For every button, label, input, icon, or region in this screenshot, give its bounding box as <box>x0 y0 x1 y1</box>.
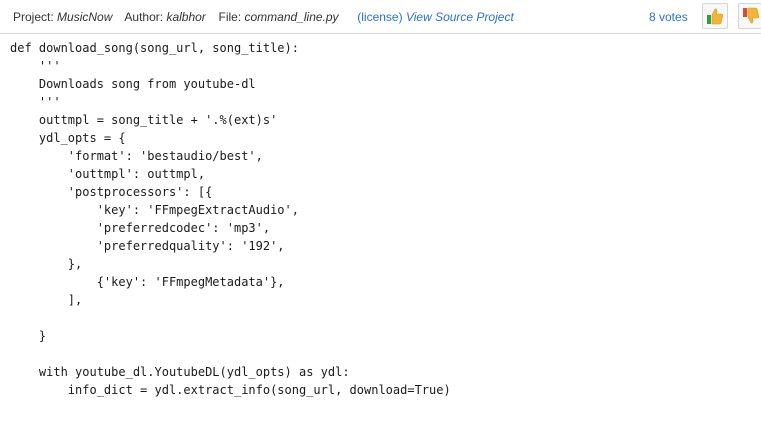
code-line: 'preferredcodec': 'mp3', <box>10 221 271 235</box>
thumbs-down-icon <box>743 7 760 24</box>
author-name: kalbhor <box>166 10 206 24</box>
project-label: Project: <box>13 10 54 24</box>
code-line: } <box>10 329 47 343</box>
code-line: 'preferredquality': '192', <box>10 239 285 253</box>
file-name: command_line.py <box>244 10 339 24</box>
vote-down-button[interactable] <box>738 3 761 29</box>
code-line: ], <box>10 293 83 307</box>
code-line: info_dict = ydl.extract_info(song_url, d… <box>10 383 451 397</box>
code-line: Downloads song from youtube-dl <box>10 77 256 91</box>
file-label: File: <box>218 10 242 24</box>
code-line: with youtube_dl.YoutubeDL(ydl_opts) as y… <box>10 365 350 379</box>
code-line: outtmpl = song_title + '.%(ext)s' <box>10 113 278 127</box>
author-label: Author: <box>124 10 164 24</box>
view-source-link[interactable]: View Source Project <box>406 10 514 24</box>
code-line: ''' <box>10 59 61 73</box>
snippet-header: Project: MusicNow Author: kalbhor File: … <box>0 0 761 34</box>
vote-up-button[interactable] <box>702 3 728 29</box>
code-line: 'outtmpl': outtmpl, <box>10 167 206 181</box>
code-line: 'key': 'FFmpegExtractAudio', <box>10 203 299 217</box>
license-link[interactable]: (license) <box>357 10 402 24</box>
code-line: def download_song(song_url, song_title): <box>10 41 299 55</box>
code-line: ''' <box>10 95 61 109</box>
code-line: ydl_opts = { <box>10 131 126 145</box>
code-line: }, <box>10 257 83 271</box>
project-name: MusicNow <box>57 10 113 24</box>
code-line: 'postprocessors': [{ <box>10 185 213 199</box>
code-block: def download_song(song_url, song_title):… <box>0 39 761 399</box>
snippet-meta: Project: MusicNow Author: kalbhor File: … <box>13 10 514 24</box>
code-line: 'format': 'bestaudio/best', <box>10 149 263 163</box>
thumbs-up-icon <box>707 8 724 25</box>
code-line: {'key': 'FFmpegMetadata'}, <box>10 275 285 289</box>
vote-count: 8 votes <box>649 10 688 24</box>
